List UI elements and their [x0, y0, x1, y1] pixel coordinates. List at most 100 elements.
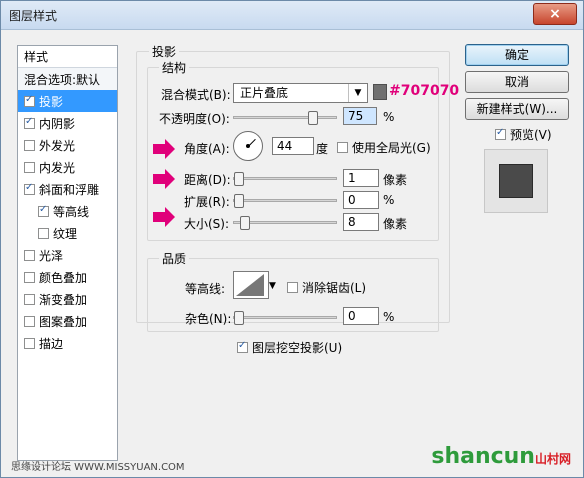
gradient-overlay-checkbox[interactable] — [24, 293, 35, 305]
list-item-inner-shadow[interactable]: 内阴影 — [18, 112, 117, 134]
size-slider[interactable] — [233, 216, 337, 230]
blend-mode-value: 正片叠底 — [240, 86, 289, 100]
knockout-label: 图层挖空投影(U) — [252, 341, 343, 355]
pattern-overlay-label: 图案叠加 — [39, 314, 88, 329]
pink-arrow-icon — [153, 139, 175, 159]
structure-title: 结构 — [159, 59, 190, 76]
color-hex-annotation: #707070 — [389, 83, 460, 99]
angle-unit: 度 — [316, 142, 329, 156]
color-overlay-checkbox[interactable] — [24, 271, 35, 283]
new-style-button[interactable]: 新建样式(W)... — [465, 98, 569, 120]
distance-slider-thumb[interactable] — [234, 172, 244, 186]
texture-label: 纹理 — [53, 226, 78, 241]
noise-label: 杂色(N): — [185, 312, 232, 326]
spread-input[interactable]: 0 — [343, 191, 379, 209]
noise-slider-thumb[interactable] — [234, 311, 244, 325]
list-item-pattern-overlay[interactable]: 图案叠加 — [18, 310, 117, 332]
list-item-drop-shadow[interactable]: 投影 — [18, 90, 117, 112]
dialog-title: 图层样式 — [9, 9, 58, 23]
global-light-toggle[interactable]: 使用全局光(G) — [337, 139, 431, 156]
inner-shadow-checkbox[interactable] — [24, 116, 35, 129]
spread-slider[interactable] — [233, 194, 337, 208]
opacity-label: 不透明度(O): — [159, 112, 230, 126]
list-item-bevel-emboss[interactable]: 斜面和浮雕 — [18, 178, 117, 200]
close-button[interactable]: × — [533, 3, 577, 25]
cancel-button[interactable]: 取消 — [465, 71, 569, 93]
size-label: 大小(S): — [184, 217, 230, 231]
satin-label: 光泽 — [39, 248, 64, 263]
global-light-label: 使用全局光(G) — [352, 141, 431, 155]
preview-label: 预览(V) — [510, 128, 552, 142]
inner-glow-checkbox[interactable] — [24, 161, 35, 173]
contour-checkbox[interactable] — [38, 204, 49, 217]
angle-dial[interactable] — [233, 131, 263, 161]
opacity-slider[interactable] — [233, 111, 337, 125]
list-item-texture[interactable]: 纹理 — [18, 222, 117, 244]
style-preview — [484, 149, 548, 213]
pattern-overlay-checkbox[interactable] — [24, 315, 35, 327]
noise-input[interactable]: 0 — [343, 307, 379, 325]
color-overlay-label: 颜色叠加 — [39, 270, 88, 285]
watermark-shancun: shancun — [431, 444, 535, 469]
list-item-stroke[interactable]: 描边 — [18, 332, 117, 354]
outer-glow-checkbox[interactable] — [24, 139, 35, 151]
watermark-shancun-small: 山村网 — [534, 452, 571, 466]
list-item-outer-glow[interactable]: 外发光 — [18, 134, 117, 156]
inner-shadow-label: 内阴影 — [39, 116, 76, 131]
contour-curve-icon — [236, 274, 264, 296]
list-item-satin[interactable]: 光泽 — [18, 244, 117, 266]
shadow-color-swatch[interactable] — [373, 84, 387, 100]
distance-input[interactable]: 1 — [343, 169, 379, 187]
spread-unit: % — [383, 193, 395, 207]
satin-checkbox[interactable] — [24, 249, 35, 261]
inner-glow-label: 内发光 — [39, 160, 76, 175]
bevel-emboss-checkbox[interactable] — [24, 182, 35, 195]
preview-checkbox[interactable] — [495, 127, 506, 140]
styles-list: 样式 混合选项:默认 投影 内阴影 外发光 内发光 斜面和浮雕 等高线 纹理 — [17, 45, 118, 461]
styles-header: 样式 — [18, 46, 117, 68]
anti-alias-toggle[interactable]: 消除锯齿(L) — [287, 279, 366, 296]
angle-input[interactable]: 44 — [272, 137, 314, 155]
quality-title: 品质 — [159, 250, 190, 267]
distance-unit: 像素 — [383, 173, 408, 187]
watermark-text-left: 思缘设计论坛 WWW.MISSYUAN.COM — [11, 462, 185, 473]
knockout-toggle[interactable]: 图层挖空投影(U) — [237, 339, 342, 356]
knockout-checkbox[interactable] — [237, 340, 248, 353]
layer-style-dialog: 图层样式 × 样式 混合选项:默认 投影 内阴影 外发光 内发光 斜面和浮雕 等… — [0, 0, 584, 478]
contour-label: 等高线: — [185, 282, 226, 296]
stroke-label: 描边 — [39, 336, 64, 351]
contour-picker[interactable] — [233, 271, 269, 299]
preview-toggle[interactable]: 预览(V) — [495, 126, 552, 143]
distance-slider[interactable] — [233, 172, 337, 186]
size-slider-thumb[interactable] — [240, 216, 250, 230]
list-item-color-overlay[interactable]: 颜色叠加 — [18, 266, 117, 288]
anti-alias-checkbox[interactable] — [287, 282, 298, 293]
texture-checkbox[interactable] — [38, 227, 49, 239]
blend-mode-select[interactable]: 正片叠底 ▼ — [233, 83, 368, 103]
stroke-checkbox[interactable] — [24, 337, 35, 349]
gradient-overlay-label: 渐变叠加 — [39, 292, 88, 307]
spread-slider-thumb[interactable] — [234, 194, 244, 208]
list-item-inner-glow[interactable]: 内发光 — [18, 156, 117, 178]
ok-button[interactable]: 确定 — [465, 44, 569, 66]
angle-label: 角度(A): — [184, 142, 230, 156]
blend-mode-label: 混合模式(B): — [161, 88, 231, 102]
pink-arrow-icon — [153, 169, 175, 189]
drop-shadow-checkbox[interactable] — [24, 94, 35, 107]
spread-label: 扩展(R): — [184, 195, 230, 209]
list-item-gradient-overlay[interactable]: 渐变叠加 — [18, 288, 117, 310]
size-unit: 像素 — [383, 217, 408, 231]
list-item-contour[interactable]: 等高线 — [18, 200, 117, 222]
opacity-input[interactable]: 75 — [343, 107, 377, 125]
chevron-down-icon: ▼ — [348, 84, 367, 102]
size-input[interactable]: 8 — [343, 213, 379, 231]
opacity-slider-thumb[interactable] — [308, 111, 318, 125]
noise-unit: % — [383, 310, 395, 324]
blending-options-item[interactable]: 混合选项:默认 — [18, 68, 117, 90]
watermark-text-right: shancun山村网 — [431, 444, 571, 469]
global-light-checkbox[interactable] — [337, 142, 348, 153]
distance-label: 距离(D): — [184, 173, 231, 187]
noise-slider[interactable] — [233, 311, 337, 325]
title-bar: 图层样式 × — [1, 1, 583, 30]
contour-dropdown-icon[interactable]: ▼ — [269, 281, 276, 291]
